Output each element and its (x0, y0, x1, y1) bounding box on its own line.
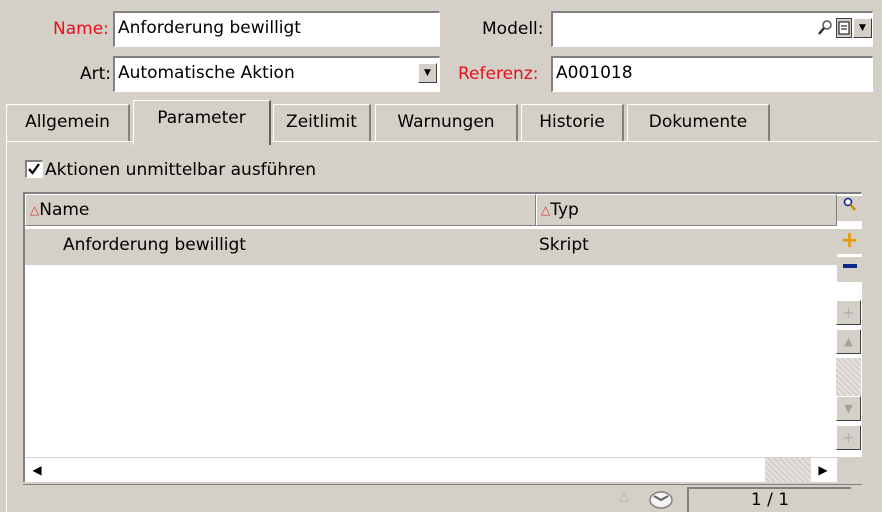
minus-icon (842, 264, 857, 268)
referenz-field-value: A001018 (556, 63, 633, 83)
tab-zeitlimit-label: Zeitlimit (286, 112, 357, 132)
table-cell-name: Anforderung bewilligt (63, 235, 246, 255)
name-field-value: Anforderung bewilligt (118, 18, 301, 38)
magnifier-icon[interactable] (817, 18, 835, 38)
column-header-typ[interactable]: △Typ (536, 194, 837, 226)
table-add-button[interactable]: + (837, 229, 862, 254)
arrow-up-icon: ▲ (844, 335, 853, 348)
sort-indicator-icon: △ (541, 203, 551, 217)
tab-dokumente[interactable]: Dokumente (627, 104, 770, 142)
arrow-right-icon: ▶ (818, 463, 828, 477)
modell-label: Modell: (482, 19, 544, 39)
page-count-text: 1 / 1 (750, 490, 790, 510)
status-bar: △ 1 / 1 (23, 484, 862, 512)
scroll-up-button[interactable]: ▲ (836, 329, 861, 354)
plus-small-icon: + (841, 428, 856, 447)
aktionen-checkbox-label: Aktionen unmittelbar ausführen (45, 160, 317, 180)
name-field[interactable]: Anforderung bewilligt (113, 11, 440, 47)
arrow-down-icon: ▼ (844, 402, 853, 415)
tab-parameter-label: Parameter (157, 108, 246, 128)
scrollbar-corner (837, 457, 862, 482)
scroll-jump-top-button[interactable]: + (836, 300, 861, 325)
form-icon[interactable] (836, 18, 852, 38)
table-cell-typ: Skript (539, 235, 589, 255)
refresh-icon[interactable] (645, 487, 677, 511)
vertical-scroll-track[interactable] (836, 358, 861, 396)
column-header-name-label: Name (39, 200, 90, 220)
tab-allgemein-label: Allgemein (25, 112, 110, 132)
aktionen-checkbox[interactable] (25, 160, 43, 178)
tab-historie-label: Historie (539, 112, 605, 132)
referenz-label: Referenz: (458, 64, 539, 84)
art-select-value: Automatische Aktion (118, 63, 295, 83)
sort-indicator-icon: △ (619, 489, 629, 504)
art-dropdown-button[interactable]: ▼ (418, 63, 437, 83)
column-header-typ-label: Typ (550, 200, 579, 220)
table-row[interactable]: Anforderung bewilligt Skript (25, 229, 837, 265)
column-header-name[interactable]: △Name (25, 194, 536, 226)
arrow-left-icon: ◀ (32, 463, 42, 477)
tab-warnungen[interactable]: Warnungen (375, 104, 518, 142)
table-remove-button[interactable] (837, 257, 862, 282)
tab-dokumente-label: Dokumente (648, 112, 748, 132)
scroll-right-button[interactable]: ▶ (813, 460, 833, 480)
tab-zeitlimit[interactable]: Zeitlimit (273, 104, 371, 142)
action-table: △Name △Typ Anforderung bewilligt Skript … (23, 192, 862, 482)
magnifier-icon (843, 197, 856, 211)
tab-parameter[interactable]: Parameter (133, 100, 271, 145)
tab-allgemein[interactable]: Allgemein (6, 104, 130, 142)
scroll-left-button[interactable]: ◀ (27, 460, 47, 480)
scroll-down-button[interactable]: ▼ (836, 396, 861, 421)
table-search-button[interactable] (837, 196, 862, 221)
art-select[interactable]: Automatische Aktion (113, 56, 440, 92)
horizontal-scrollbar[interactable]: ◀ ▶ (25, 457, 837, 482)
plus-icon: + (840, 228, 859, 253)
name-label: Name: (53, 19, 109, 39)
art-label: Art: (80, 64, 112, 84)
tab-warnungen-label: Warnungen (397, 112, 495, 132)
referenz-field[interactable]: A001018 (551, 56, 873, 92)
tab-historie[interactable]: Historie (521, 104, 624, 142)
plus-small-icon: + (841, 303, 856, 322)
sort-indicator-icon: △ (30, 203, 40, 217)
horizontal-scroll-thumb[interactable] (765, 458, 811, 482)
modell-dropdown-button[interactable]: ▼ (853, 18, 872, 38)
page-count: 1 / 1 (687, 487, 851, 512)
scroll-jump-bottom-button[interactable]: + (836, 425, 861, 450)
